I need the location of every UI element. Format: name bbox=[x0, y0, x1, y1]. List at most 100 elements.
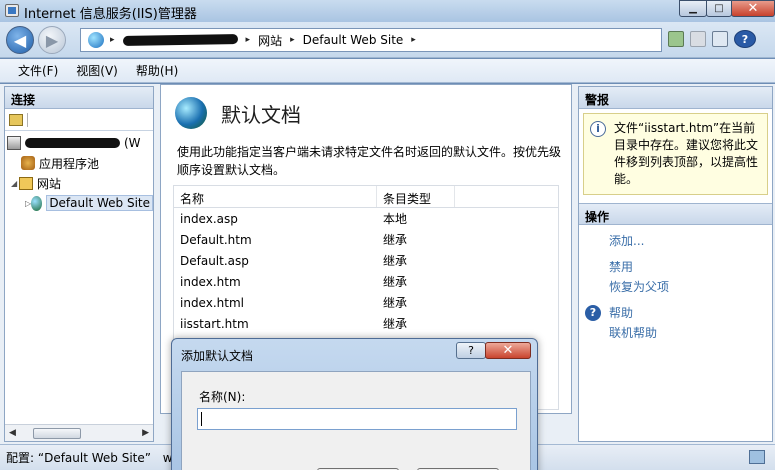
back-button[interactable]: ◀ bbox=[6, 26, 34, 54]
tree-item-label: Default Web Site bbox=[46, 195, 153, 211]
actions-pane: 警报 i 文件“iisstart.htm”在当前目录中存在。建议您将此文件移到列… bbox=[578, 86, 773, 442]
dialog-close-button[interactable]: ✕ bbox=[485, 342, 531, 359]
column-entry-type[interactable]: 条目类型 bbox=[377, 186, 455, 207]
document-name: index.html bbox=[180, 295, 244, 310]
list-row[interactable]: iisstart.htm 继承 bbox=[174, 313, 558, 334]
window-title: Internet 信息服务(IIS)管理器 bbox=[24, 7, 197, 22]
server-suffix: (W bbox=[124, 136, 141, 150]
list-row[interactable]: Default.asp 继承 bbox=[174, 250, 558, 271]
close-button[interactable]: ✕ bbox=[731, 0, 775, 17]
name-input[interactable] bbox=[197, 408, 517, 430]
horizontal-scrollbar[interactable]: ◀ ▶ bbox=[5, 424, 153, 441]
breadcrumb-separator: ▸ bbox=[411, 35, 416, 45]
connections-pane: 连接 (W 应用程序池 ◢ 网站 ▷ Default Web Site ◀ ▶ bbox=[4, 86, 154, 442]
minimize-button[interactable]: ▁ bbox=[679, 0, 707, 17]
title-bar: Internet 信息服务(IIS)管理器 ▁ □ ✕ bbox=[0, 0, 775, 22]
alerts-header: 警报 bbox=[579, 87, 772, 109]
iis-app-icon bbox=[5, 4, 19, 17]
list-row[interactable]: index.html 继承 bbox=[174, 292, 558, 313]
help-icon: ? bbox=[585, 305, 601, 321]
globe-icon bbox=[88, 32, 104, 48]
network-status-icon bbox=[749, 450, 765, 464]
list-row[interactable]: index.asp 本地 bbox=[174, 208, 558, 229]
tree-item-server[interactable]: (W bbox=[5, 133, 153, 153]
tree-item-label: 应用程序池 bbox=[39, 156, 100, 171]
help-action-link[interactable]: ? 帮助 bbox=[579, 303, 772, 323]
breadcrumb-separator: ▸ bbox=[110, 35, 115, 45]
menu-view[interactable]: 视图(V) bbox=[76, 62, 118, 79]
redacted-server-name bbox=[122, 33, 238, 47]
column-filler bbox=[455, 186, 558, 207]
server-icon bbox=[7, 136, 21, 150]
feature-header: 默认文档 bbox=[175, 97, 301, 129]
forward-button[interactable]: ▶ bbox=[38, 26, 66, 54]
address-bar[interactable]: ▸ ▸ 网站 ▸ Default Web Site ▸ bbox=[80, 28, 662, 52]
tree-item-label: 网站 bbox=[37, 176, 62, 191]
connect-icon[interactable] bbox=[9, 113, 23, 126]
document-name: Default.asp bbox=[180, 253, 249, 268]
revert-to-parent-link[interactable]: 恢复为父项 bbox=[579, 277, 772, 297]
name-field-label: 名称(N): bbox=[199, 390, 246, 404]
entry-type: 继承 bbox=[383, 296, 408, 310]
navigation-bar: ◀ ▶ ▸ ▸ 网站 ▸ Default Web Site ▸ ? bbox=[0, 22, 775, 58]
sites-folder-icon bbox=[19, 176, 33, 190]
app-pool-icon bbox=[21, 156, 35, 170]
toolbar-divider bbox=[27, 112, 28, 127]
alert-text: 文件“iisstart.htm”在当前目录中存在。建议您将此文件移到列表顶部，以… bbox=[614, 121, 759, 186]
feature-description: 使用此功能指定当客户端未请求特定文件名时返回的默认文件。按优先级顺序设置默认文档… bbox=[177, 145, 562, 177]
window-controls: ▁ □ ✕ bbox=[679, 0, 775, 18]
breadcrumb-separator: ▸ bbox=[290, 35, 295, 45]
breadcrumb-sites[interactable]: 网站 bbox=[258, 32, 282, 49]
entry-type: 本地 bbox=[383, 212, 408, 226]
menu-bar: 文件(F) 视图(V) 帮助(H) bbox=[0, 59, 775, 83]
add-action-link[interactable]: 添加... bbox=[579, 231, 772, 251]
connections-header: 连接 bbox=[5, 87, 153, 109]
add-default-document-dialog: 添加默认文档 ? ✕ 名称(N): bbox=[171, 338, 538, 470]
help-label: 帮助 bbox=[609, 306, 634, 320]
dialog-body: 名称(N): bbox=[181, 371, 531, 470]
tree-item-app-pools[interactable]: 应用程序池 bbox=[5, 153, 153, 173]
entry-type: 继承 bbox=[383, 233, 408, 247]
connections-tree: (W 应用程序池 ◢ 网站 ▷ Default Web Site bbox=[5, 131, 153, 213]
nav-toolbar: ? bbox=[668, 30, 756, 48]
document-name: index.asp bbox=[180, 211, 238, 226]
text-caret bbox=[201, 412, 202, 426]
status-text: 配置: “Default Web Site” bbox=[6, 451, 151, 465]
document-name: Default.htm bbox=[180, 232, 252, 247]
list-header: 名称 条目类型 bbox=[174, 186, 558, 208]
online-help-link[interactable]: 联机帮助 bbox=[579, 323, 772, 343]
menu-file[interactable]: 文件(F) bbox=[18, 62, 58, 79]
tree-item-default-web-site[interactable]: ▷ Default Web Site bbox=[5, 193, 153, 213]
disable-action-link[interactable]: 禁用 bbox=[579, 257, 772, 277]
help-icon[interactable]: ? bbox=[734, 30, 756, 48]
list-row[interactable]: Default.htm 继承 bbox=[174, 229, 558, 250]
stop-icon[interactable] bbox=[690, 31, 706, 47]
list-row[interactable]: index.htm 继承 bbox=[174, 271, 558, 292]
home-icon[interactable] bbox=[712, 31, 728, 47]
document-name: iisstart.htm bbox=[180, 316, 249, 331]
entry-type: 继承 bbox=[383, 317, 408, 331]
refresh-icon[interactable] bbox=[668, 31, 684, 47]
document-name: index.htm bbox=[180, 274, 241, 289]
breadcrumb-default-web-site[interactable]: Default Web Site bbox=[303, 33, 404, 47]
connections-toolbar bbox=[5, 109, 153, 131]
redacted-server-name bbox=[25, 138, 120, 148]
collapse-icon[interactable]: ◢ bbox=[11, 179, 19, 188]
default-document-icon bbox=[175, 97, 207, 129]
tree-item-sites[interactable]: ◢ 网站 bbox=[5, 173, 153, 193]
breadcrumb-separator: ▸ bbox=[245, 35, 251, 45]
column-name[interactable]: 名称 bbox=[174, 186, 377, 207]
scroll-right-icon[interactable]: ▶ bbox=[142, 428, 149, 438]
maximize-button[interactable]: □ bbox=[706, 0, 732, 17]
scroll-left-icon[interactable]: ◀ bbox=[9, 428, 16, 438]
alert-box: i 文件“iisstart.htm”在当前目录中存在。建议您将此文件移到列表顶部… bbox=[583, 113, 768, 195]
entry-type: 继承 bbox=[383, 275, 408, 289]
dialog-help-button[interactable]: ? bbox=[456, 342, 486, 359]
feature-title: 默认文档 bbox=[221, 102, 301, 127]
scrollbar-thumb[interactable] bbox=[33, 428, 81, 439]
menu-help[interactable]: 帮助(H) bbox=[136, 62, 178, 79]
globe-icon bbox=[31, 195, 43, 211]
dialog-title: 添加默认文档 bbox=[181, 349, 254, 363]
entry-type: 继承 bbox=[383, 254, 408, 268]
actions-header: 操作 bbox=[579, 203, 772, 225]
